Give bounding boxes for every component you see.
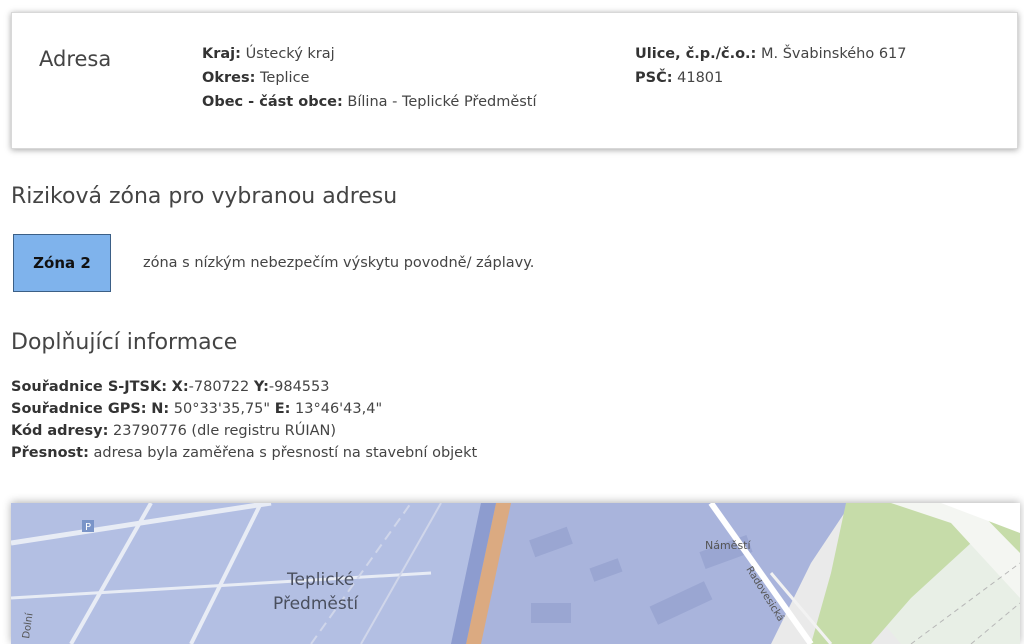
presnost-row: Přesnost: adresa byla zaměřena s přesnos… xyxy=(11,442,477,464)
okres-value: Teplice xyxy=(260,70,310,86)
okres-label: Okres: xyxy=(202,70,256,86)
gps-label: Souřadnice GPS: xyxy=(11,401,147,417)
extra-info-block: Souřadnice S-JTSK: X:-780722 Y:-984553 S… xyxy=(11,376,477,464)
sjtsk-x-label: X: xyxy=(171,379,189,395)
kod-label: Kód adresy: xyxy=(11,423,109,439)
psc-label: PSČ: xyxy=(635,70,673,86)
extra-info-heading: Doplňující informace xyxy=(11,330,238,355)
kraj-row: Kraj: Ústecký kraj xyxy=(202,42,537,66)
parking-symbol: P xyxy=(85,522,91,533)
gps-row: Souřadnice GPS: N: 50°33'35,75" E: 13°46… xyxy=(11,398,477,420)
sjtsk-x-value: -780722 xyxy=(188,379,250,395)
obec-value: Bílina - Teplické Předměstí xyxy=(347,94,537,110)
sjtsk-label: Souřadnice S-JTSK: xyxy=(11,379,168,395)
psc-value: 41801 xyxy=(677,70,724,86)
obec-label: Obec - část obce: xyxy=(202,94,343,110)
ulice-label: Ulice, č.p./č.o.: xyxy=(635,46,757,62)
map-view[interactable]: P Teplické Předměstí Náměstí Radovesická… xyxy=(11,503,1020,644)
gps-e-value: 13°46'43,4" xyxy=(295,401,383,417)
sjtsk-y-label: Y: xyxy=(253,379,269,395)
zone-badge: Zóna 2 xyxy=(13,234,111,292)
address-column-left: Kraj: Ústecký kraj Okres: Teplice Obec -… xyxy=(202,42,537,114)
kraj-value: Ústecký kraj xyxy=(245,46,335,62)
gps-e-label: E: xyxy=(274,401,291,417)
map-label-district-2: Předměstí xyxy=(273,594,359,614)
risk-zone-heading: Riziková zóna pro vybranou adresu xyxy=(11,184,398,209)
psc-row: PSČ: 41801 xyxy=(635,66,907,90)
kraj-label: Kraj: xyxy=(202,46,241,62)
kod-row: Kód adresy: 23790776 (dle registru RÚIAN… xyxy=(11,420,477,442)
obec-row: Obec - část obce: Bílina - Teplické Před… xyxy=(202,90,537,114)
presnost-label: Přesnost: xyxy=(11,445,89,461)
okres-row: Okres: Teplice xyxy=(202,66,537,90)
address-card: Adresa Kraj: Ústecký kraj Okres: Teplice… xyxy=(11,12,1018,149)
gps-n-value: 50°33'35,75" xyxy=(173,401,271,417)
sjtsk-y-value: -984553 xyxy=(268,379,330,395)
kod-value: 23790776 (dle registru RÚIAN) xyxy=(113,423,337,439)
presnost-value: adresa byla zaměřena s přesností na stav… xyxy=(93,445,478,461)
ulice-row: Ulice, č.p./č.o.: M. Švabinského 617 xyxy=(635,42,907,66)
ulice-value: M. Švabinského 617 xyxy=(760,46,907,62)
sjtsk-row: Souřadnice S-JTSK: X:-780722 Y:-984553 xyxy=(11,376,477,398)
map-canvas[interactable]: P Teplické Předměstí Náměstí Radovesická… xyxy=(11,503,1020,644)
map-label-district-1: Teplické xyxy=(286,570,354,590)
gps-n-label: N: xyxy=(151,401,170,417)
address-column-right: Ulice, č.p./č.o.: M. Švabinského 617 PSČ… xyxy=(635,42,907,90)
zone-description: zóna s nízkým nebezpečím výskytu povodně… xyxy=(143,255,535,271)
address-card-title: Adresa xyxy=(39,47,112,71)
map-label-namesti: Náměstí xyxy=(705,539,751,552)
